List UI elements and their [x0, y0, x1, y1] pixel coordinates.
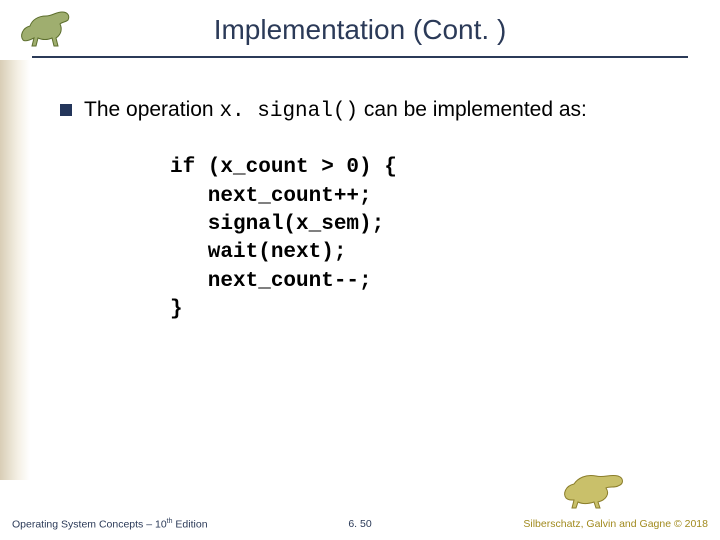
slide-footer: Operating System Concepts – 10th Edition…	[0, 500, 720, 540]
slide-title: Implementation (Cont. )	[0, 14, 720, 46]
title-underline	[32, 56, 688, 58]
slide-body: The operation x. signal() can be impleme…	[60, 96, 680, 324]
bullet-text-post: can be implemented as:	[358, 98, 587, 121]
bullet-inline-code: x. signal()	[219, 100, 358, 123]
bullet-text: The operation x. signal() can be impleme…	[84, 96, 587, 126]
code-block: if (x_count > 0) { next_count++; signal(…	[170, 154, 680, 324]
slide: Implementation (Cont. ) The operation x.…	[0, 0, 720, 540]
footer-copyright: Silberschatz, Galvin and Gagne © 2018	[523, 518, 708, 530]
bullet-square-icon	[60, 104, 72, 116]
bullet-item: The operation x. signal() can be impleme…	[60, 96, 680, 126]
left-gradient-sidebar	[0, 60, 30, 480]
bullet-text-pre: The operation	[84, 98, 219, 121]
